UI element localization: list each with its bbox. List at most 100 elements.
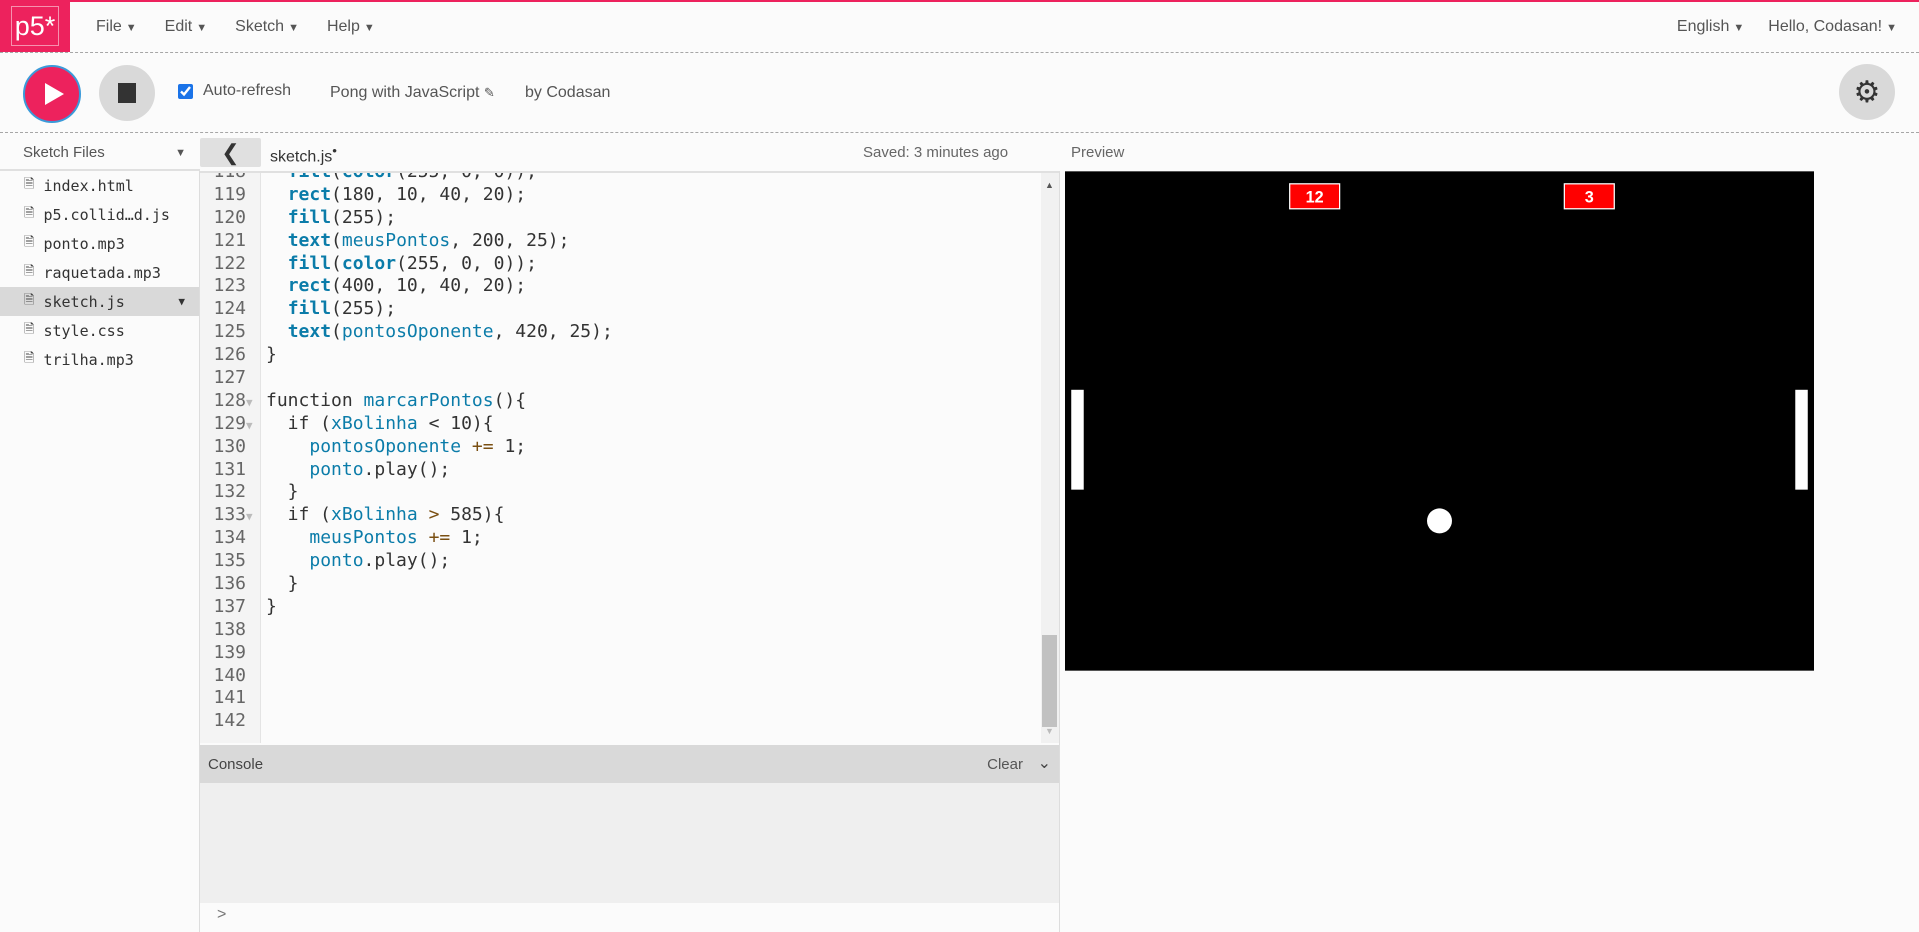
scroll-down-icon[interactable]: ▼	[1045, 726, 1054, 736]
file-item[interactable]: 🗎 style.css	[0, 316, 199, 345]
line-number: 136	[213, 573, 246, 595]
file-icon: 🗎	[24, 176, 35, 192]
canvas-background	[1065, 171, 1814, 671]
line-number: 134	[213, 527, 246, 549]
code-line[interactable]: 135 ponto.play();	[200, 550, 613, 573]
code-line[interactable]: 142	[200, 710, 613, 733]
code-line[interactable]: 120 fill(255);	[200, 207, 613, 230]
code-line[interactable]: 134 meusPontos += 1;	[200, 527, 613, 550]
scrollbar-thumb[interactable]	[1042, 635, 1057, 727]
code-token: (){	[493, 389, 527, 411]
code-line[interactable]: 130 pontosOponente += 1;	[200, 436, 613, 459]
auto-refresh-checkbox[interactable]	[178, 83, 193, 99]
code-line[interactable]: 139	[200, 642, 613, 665]
editor-tab[interactable]: sketch.js•	[270, 143, 337, 166]
menu-help[interactable]: Help ▼	[327, 18, 375, 36]
menu-edit[interactable]: Edit ▼	[165, 18, 207, 36]
play-button[interactable]	[23, 65, 81, 123]
code-line[interactable]: 126}	[200, 344, 613, 367]
fold-arrow-icon[interactable]: ▼	[246, 415, 261, 438]
code-line[interactable]: 132 }	[200, 481, 613, 504]
code-line[interactable]: 128▼ function marcarPontos(){	[200, 390, 613, 413]
code-token: fill	[287, 298, 332, 320]
line-number: 118	[213, 171, 246, 182]
preview-canvas[interactable]: 12 3	[1065, 171, 1814, 671]
menu-sketch[interactable]: Sketch ▼	[235, 18, 299, 36]
file-item[interactable]: 🗎 trilha.mp3	[0, 345, 199, 374]
fold-arrow-icon[interactable]: ▼	[246, 506, 261, 529]
line-number: 140	[213, 664, 246, 686]
code-line[interactable]: 131 ponto.play();	[200, 459, 613, 482]
sidebar-header[interactable]: Sketch Files ▼	[0, 134, 200, 171]
code-token: 1;	[504, 435, 527, 457]
gear-icon: ⚙	[1853, 75, 1881, 109]
p5-logo[interactable]: p5*	[0, 0, 70, 52]
console-output	[200, 783, 1059, 903]
code-line[interactable]: 133▼ if (xBolinha > 585){	[200, 504, 613, 527]
line-number: 131	[213, 458, 246, 480]
stop-button[interactable]	[99, 65, 155, 121]
fold-arrow-icon[interactable]: ▼	[246, 392, 261, 415]
code-text: fill(color(255, 0, 0));	[261, 171, 537, 184]
code-line[interactable]: 137}	[200, 596, 613, 619]
code-token: ponto	[309, 458, 364, 480]
code-text: }	[261, 344, 277, 367]
language-menu[interactable]: English ▼	[1677, 18, 1744, 36]
code-token: meusPontos	[309, 527, 418, 549]
project-name[interactable]: Pong with JavaScript ✎	[330, 84, 495, 102]
console-clear-button[interactable]: Clear	[987, 756, 1023, 773]
file-item[interactable]: 🗎 raquetada.mp3	[0, 258, 199, 287]
left-paddle	[1071, 389, 1084, 490]
code-line[interactable]: 121 text(meusPontos, 200, 25);	[200, 230, 613, 253]
pane-divider[interactable]	[1059, 171, 1060, 932]
caret-down-icon[interactable]: ▼	[175, 147, 186, 159]
file-icon: 🗎	[24, 321, 35, 337]
user-menu[interactable]: Hello, Codasan! ▼	[1768, 18, 1897, 36]
project-owner[interactable]: by Codasan	[525, 84, 610, 102]
code-line[interactable]: 118 fill(color(255, 0, 0));	[200, 171, 613, 184]
code-line[interactable]: 138	[200, 619, 613, 642]
code-line[interactable]: 124 fill(255);	[200, 298, 613, 321]
file-icon: 🗎	[24, 292, 35, 308]
caret-down-icon[interactable]: ▼	[178, 295, 185, 308]
code-token: (	[331, 321, 342, 343]
code-line[interactable]: 129▼ if (xBolinha < 10){	[200, 413, 613, 436]
file-item[interactable]: 🗎 ponto.mp3	[0, 229, 199, 258]
auto-refresh-toggle[interactable]: Auto-refresh	[178, 82, 291, 100]
code-lines[interactable]: 118 fill(color(255, 0, 0)); 119 rect(180,…	[200, 171, 613, 733]
code-token: rect	[287, 275, 332, 297]
code-token: (	[331, 252, 342, 274]
code-token: (180, 10, 40, 20);	[331, 183, 527, 205]
pencil-icon[interactable]: ✎	[484, 85, 495, 100]
code-line[interactable]: 136 }	[200, 573, 613, 596]
code-line[interactable]: 123 rect(400, 10, 40, 20);	[200, 275, 613, 298]
file-item[interactable]: 🗎 p5.collid…d.js	[0, 200, 199, 229]
console-input[interactable]: >	[200, 903, 1059, 932]
chevron-down-icon[interactable]: ⌄	[1038, 753, 1051, 773]
code-line[interactable]: 122 fill(color(255, 0, 0));	[200, 253, 613, 276]
code-editor[interactable]: 118 fill(color(255, 0, 0)); 119 rect(180,…	[200, 171, 1059, 743]
menu-file[interactable]: File ▼	[96, 18, 137, 36]
code-token: .play();	[363, 550, 451, 572]
file-item[interactable]: 🗎 index.html	[0, 171, 199, 200]
code-line[interactable]: 125 text(pontosOponente, 420, 25);	[200, 321, 612, 344]
file-item-selected[interactable]: 🗎 sketch.js ▼	[0, 287, 199, 316]
code-line[interactable]: 141	[200, 687, 613, 710]
settings-button[interactable]: ⚙	[1839, 64, 1895, 120]
code-line[interactable]: 127	[200, 367, 613, 390]
file-icon: 🗎	[24, 263, 35, 279]
editor-scrollbar[interactable]: ▲ ▼	[1041, 173, 1059, 743]
scroll-up-icon[interactable]: ▲	[1045, 180, 1054, 190]
code-line[interactable]: 140	[200, 665, 613, 688]
code-token: (	[331, 171, 342, 182]
collapse-sidebar-button[interactable]: ❮	[200, 138, 261, 167]
code-token: ponto	[309, 550, 364, 572]
code-line[interactable]: 119 rect(180, 10, 40, 20);	[200, 184, 613, 207]
